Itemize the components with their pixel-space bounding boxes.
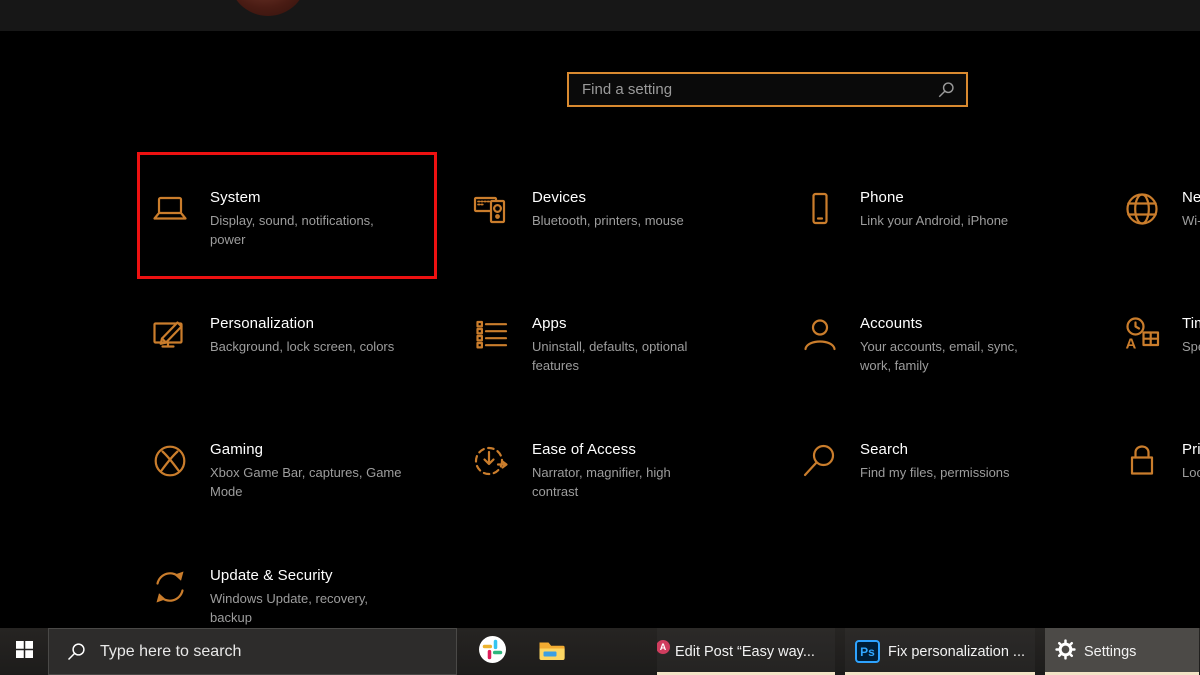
magnifier-icon (800, 441, 840, 481)
taskbar: AEdit Post “Easy way... Ps Fix personaliza… (0, 628, 1200, 675)
taskbar-window-label: Settings (1084, 644, 1136, 660)
ease-of-access-icon (472, 441, 512, 481)
tile-subtitle: Display, sound, notifications, power (210, 211, 428, 249)
taskbar-window-label: Edit Post “Easy way... (675, 644, 815, 660)
settings-tile-accounts[interactable]: Accounts Your accounts, email, sync, work… (787, 278, 1087, 404)
profile-badge: A (657, 639, 671, 655)
tile-title: Gaming (210, 440, 428, 460)
tile-subtitle: Spe (1182, 337, 1200, 356)
tile-title: Update & Security (210, 566, 428, 586)
tile-subtitle: Loc (1182, 463, 1200, 482)
tile-subtitle: Background, lock screen, colors (210, 337, 428, 356)
lock-icon (1122, 441, 1162, 481)
taskbar-search[interactable] (48, 628, 457, 675)
settings-tile-search[interactable]: Search Find my files, permissions (787, 404, 1087, 530)
gear-icon (1055, 639, 1076, 665)
tile-subtitle: Link your Android, iPhone (860, 211, 1078, 230)
settings-tile-phone[interactable]: Phone Link your Android, iPhone (787, 152, 1087, 278)
tile-title: Pri (1182, 440, 1200, 460)
tile-title: Personalization (210, 314, 428, 334)
app-list-icon (472, 315, 512, 355)
slack-icon (479, 636, 506, 668)
tile-title: Accounts (860, 314, 1078, 334)
sync-icon (150, 567, 190, 607)
settings-tile-devices[interactable]: Devices Bluetooth, printers, mouse (459, 152, 759, 278)
svg-text:A: A (1126, 336, 1137, 353)
settings-tile-personalization[interactable]: Personalization Background, lock screen, … (137, 278, 437, 404)
taskbar-app-chrome[interactable] (589, 628, 635, 675)
avatar (229, 0, 307, 16)
taskbar-window-photoshop-window[interactable]: Ps Fix personalization ... (845, 628, 1035, 675)
settings-tile-system[interactable]: System Display, sound, notifications, pow… (137, 152, 437, 278)
start-button[interactable] (0, 628, 48, 675)
taskbar-window-settings-window[interactable]: Settings (1045, 628, 1199, 675)
tile-subtitle: Bluetooth, printers, mouse (532, 211, 750, 230)
settings-tile-time-language[interactable]: A Tim Spe (1109, 278, 1200, 404)
taskbar-search-input[interactable] (98, 642, 456, 662)
tile-title: Tim (1182, 314, 1200, 334)
folder-icon (538, 637, 566, 667)
tile-subtitle: Find my files, permissions (860, 463, 1078, 482)
taskbar-app-slack[interactable] (469, 628, 515, 675)
laptop-icon (150, 189, 190, 229)
phone-icon (800, 189, 840, 229)
settings-tile-apps[interactable]: Apps Uninstall, defaults, optional featur… (459, 278, 759, 404)
tile-title: Ne (1182, 188, 1200, 208)
tile-title: Phone (860, 188, 1078, 208)
tile-title: Search (860, 440, 1078, 460)
find-a-setting-search[interactable] (567, 72, 968, 107)
xbox-icon (150, 441, 190, 481)
tile-title: System (210, 188, 428, 208)
globe-icon (1122, 189, 1162, 229)
settings-tile-ease-of-access[interactable]: Ease of Access Narrator, magnifier, high … (459, 404, 759, 530)
desktop: { "colors": { "accent": "#ca7d2c", "sear… (0, 0, 1200, 675)
person-icon (800, 315, 840, 355)
top-bar (0, 0, 1200, 31)
tile-title: Devices (532, 188, 750, 208)
taskbar-window-chrome-window[interactable]: AEdit Post “Easy way... (657, 628, 835, 675)
taskbar-window-label: Fix personalization ... (888, 644, 1025, 660)
tile-subtitle: Uninstall, defaults, optional features (532, 337, 750, 375)
windows-logo-icon (16, 641, 33, 663)
tile-title: Apps (532, 314, 750, 334)
taskbar-app-file-explorer[interactable] (529, 628, 575, 675)
tile-subtitle: Narrator, magnifier, high contrast (532, 463, 750, 501)
tile-subtitle: Wi- (1182, 211, 1200, 230)
keyboard-speaker-icon (472, 189, 512, 229)
tile-title: Ease of Access (532, 440, 750, 460)
clock-language-icon: A (1122, 315, 1162, 355)
settings-tile-privacy[interactable]: Pri Loc (1109, 404, 1200, 530)
tile-subtitle: Your accounts, email, sync, work, family (860, 337, 1078, 375)
photoshop-icon: Ps (855, 640, 880, 663)
settings-tile-network[interactable]: Ne Wi- (1109, 152, 1200, 278)
settings-tile-gaming[interactable]: Gaming Xbox Game Bar, captures, Game Mode (137, 404, 437, 530)
taskbar-search-icon (66, 642, 86, 662)
monitor-pen-icon (150, 315, 190, 355)
search-icon (937, 81, 955, 99)
find-setting-input[interactable] (569, 81, 937, 98)
tile-subtitle: Windows Update, recovery, backup (210, 589, 428, 627)
tile-subtitle: Xbox Game Bar, captures, Game Mode (210, 463, 428, 501)
